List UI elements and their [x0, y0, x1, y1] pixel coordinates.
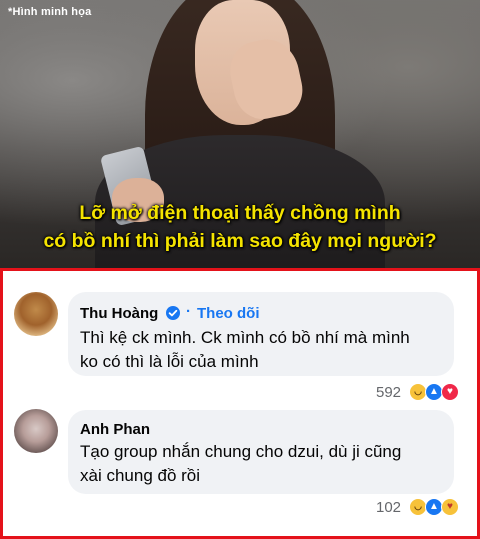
avatar-anh-phan[interactable] — [14, 409, 58, 453]
comment-text-2-line-1: Tạo group nhắn chung cho dzui, dù ji cũn… — [80, 442, 402, 461]
comment-text-2: Tạo group nhắn chung cho dzui, dù ji cũn… — [80, 440, 401, 488]
watermark-text: *Hình minh họa — [8, 6, 92, 18]
caption-line-1: Lỡ mở điện thoại thấy chồng mình — [79, 202, 401, 224]
separator-dot: · — [186, 303, 191, 320]
comment-text-1: Thì kệ ck mình. Ck mình có bồ nhí mà mìn… — [80, 326, 410, 374]
commenter-name-2[interactable]: Anh Phan — [80, 421, 150, 438]
commenter-name-1[interactable]: Thu Hoàng — [80, 305, 158, 322]
verified-badge-icon — [166, 306, 180, 320]
comment-text-2-line-2: xài chung đồ rồi — [80, 466, 201, 485]
follow-button[interactable]: Theo dõi — [197, 305, 260, 322]
comment-text-1-line-1: Thì kệ ck mình. Ck mình có bồ nhí mà mìn… — [80, 328, 410, 347]
caption-line-2: có bồ nhí thì phải làm sao đây mọi người… — [43, 230, 437, 252]
love-icon[interactable]: ♥ — [441, 383, 459, 401]
reaction-count-2[interactable]: 102 — [376, 499, 401, 516]
comment-text-1-line-2: ko có thì là lỗi của mình — [80, 352, 259, 371]
care-icon[interactable]: ♥ — [441, 498, 459, 516]
reaction-count-1[interactable]: 592 — [376, 384, 401, 401]
avatar-thu-hoang[interactable] — [14, 292, 58, 336]
